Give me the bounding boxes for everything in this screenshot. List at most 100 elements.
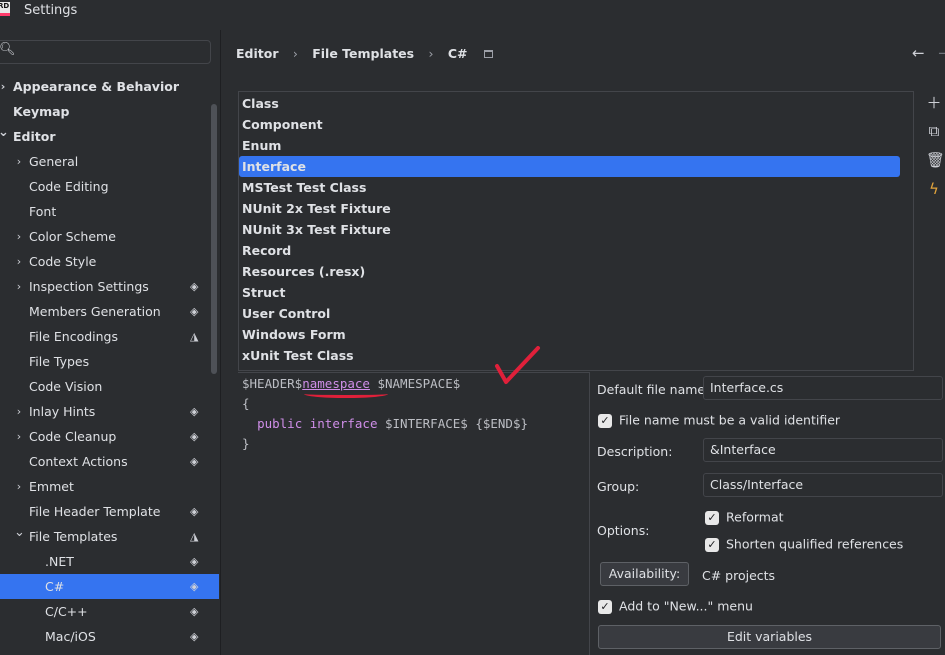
chevron-right-icon: ›	[292, 46, 298, 61]
sidebar-item-members-generation[interactable]: Members Generation ◈	[0, 299, 210, 324]
template-item[interactable]: Windows Form	[242, 324, 346, 345]
sidebar-item-code-cleanup[interactable]: › Code Cleanup ◈	[0, 424, 210, 449]
reformat-checkbox[interactable]: ✓ Reformat	[705, 508, 784, 526]
code-line-2: {	[242, 396, 250, 411]
sidebar-item-file-types[interactable]: File Types	[0, 349, 210, 374]
template-item[interactable]: Enum	[242, 135, 281, 156]
template-item[interactable]: Record	[242, 240, 291, 261]
forward-arrow-icon[interactable]: →	[938, 44, 945, 62]
group-label: Group:	[597, 479, 640, 494]
search-icon: 🔍︎	[0, 42, 16, 57]
sidebar-item-label: File Types	[29, 354, 90, 369]
template-item[interactable]: Class	[242, 93, 279, 114]
sidebar-item-keymap[interactable]: Keymap	[0, 99, 210, 124]
shorten-references-checkbox[interactable]: ✓ Shorten qualified references	[705, 535, 903, 553]
sidebar-item-general[interactable]: › General	[0, 149, 210, 174]
layers-icon: ◈	[190, 605, 199, 618]
breadcrumb-csharp[interactable]: C#	[448, 46, 468, 61]
sidebar-item-label: Color Scheme	[29, 229, 116, 244]
sidebar-item-label: C/C++	[45, 604, 88, 619]
breadcrumb: Editor › File Templates › C#	[236, 45, 493, 63]
sidebar-item-c-c[interactable]: C/C++ ◈	[0, 599, 210, 624]
sidebar-item-label: Code Cleanup	[29, 429, 117, 444]
sidebar-item-inspection-settings[interactable]: › Inspection Settings ◈	[0, 274, 210, 299]
sidebar-item-color-scheme[interactable]: › Color Scheme	[0, 224, 210, 249]
sidebar-item-file-templates[interactable]: ⌄ File Templates ◮	[0, 524, 210, 549]
template-item[interactable]: Struct	[242, 282, 285, 303]
valid-identifier-checkbox[interactable]: ✓ File name must be a valid identifier	[598, 411, 840, 429]
sidebar-scrollbar[interactable]	[211, 104, 217, 374]
sidebar-item-inlay-hints[interactable]: › Inlay Hints ◈	[0, 399, 210, 424]
search-input[interactable]: 🔍︎	[0, 40, 211, 64]
sidebar-item-label: General	[29, 154, 79, 169]
checkbox-checked-icon: ✓	[598, 599, 612, 614]
chevron-right-icon[interactable]: ›	[14, 149, 24, 174]
sidebar-item-label: Inspection Settings	[29, 279, 149, 294]
chevron-right-icon[interactable]: ›	[14, 399, 24, 424]
checkbox-checked-icon: ✓	[705, 537, 719, 552]
sidebar-item-net[interactable]: .NET ◈	[0, 549, 210, 574]
sidebar-item-label: Code Vision	[29, 379, 103, 394]
sidebar-item-code-vision[interactable]: Code Vision	[0, 374, 210, 399]
sidebar-item-file-encodings[interactable]: File Encodings ◮	[0, 324, 210, 349]
chevron-right-icon: ›	[428, 46, 434, 61]
sidebar-item-label: Code Style	[29, 254, 97, 269]
triangle-layers-icon: ◮	[190, 330, 199, 343]
sidebar-item-c[interactable]: C# ◈	[0, 574, 219, 599]
sidebar-item-file-header-template[interactable]: File Header Template ◈	[0, 499, 210, 524]
chevron-right-icon[interactable]: ›	[14, 224, 24, 249]
sidebar-item-mac-ios[interactable]: Mac/iOS ◈	[0, 624, 210, 649]
edit-variables-button[interactable]: Edit variables	[598, 625, 941, 649]
description-field[interactable]: &Interface	[703, 438, 943, 462]
template-list: Class Component Enum Interface MSTest Test C…	[238, 91, 914, 371]
availability-button[interactable]: Availability:	[600, 562, 689, 586]
sidebar-item-code-style[interactable]: › Code Style	[0, 249, 210, 274]
description-label: Description:	[597, 444, 673, 459]
default-file-name-field[interactable]: Interface.cs	[703, 376, 943, 400]
template-code-editor[interactable]: $HEADER$namespace $NAMESPACE$ { public i…	[238, 372, 590, 655]
sidebar-item-label: File Header Template	[29, 504, 161, 519]
add-icon[interactable]: ＋	[926, 92, 942, 113]
valid-identifier-label: File name must be a valid identifier	[619, 412, 841, 428]
group-field[interactable]: Class/Interface	[703, 473, 943, 497]
template-item[interactable]: MSTest Test Class	[242, 177, 366, 198]
layers-icon: ◈	[190, 455, 199, 468]
code-token: $HEADER$	[242, 376, 303, 391]
template-item[interactable]: Component	[242, 114, 323, 135]
chevron-right-icon[interactable]: ›	[14, 249, 24, 274]
sidebar-item-appearance-behavior[interactable]: › Appearance & Behavior	[0, 74, 210, 99]
copy-icon[interactable]: ⧉	[926, 122, 942, 140]
template-item[interactable]: NUnit 3x Test Fixture	[242, 219, 391, 240]
breadcrumb-editor[interactable]: Editor	[236, 46, 279, 61]
template-item[interactable]: Interface	[239, 156, 900, 177]
chevron-right-icon[interactable]: ›	[0, 74, 8, 99]
sidebar-item-label: Emmet	[29, 479, 74, 494]
template-item[interactable]: Resources (.resx)	[242, 261, 365, 282]
sidebar-item-label: Appearance & Behavior	[13, 79, 179, 94]
chevron-right-icon[interactable]: ›	[14, 474, 24, 499]
sidebar-item-emmet[interactable]: › Emmet	[0, 474, 210, 499]
sidebar-item-label: Editor	[13, 129, 56, 144]
delete-icon[interactable]: 🗑︎	[926, 151, 945, 169]
sidebar-item-context-actions[interactable]: Context Actions ◈	[0, 449, 210, 474]
availability-value: C# projects	[702, 568, 776, 583]
sidebar-item-editor[interactable]: ⌄ Editor	[0, 124, 210, 149]
code-token: $NAMESPACE$	[369, 376, 461, 391]
panel-divider[interactable]	[220, 30, 221, 655]
chevron-down-icon[interactable]: ⌄	[14, 520, 25, 545]
add-to-new-menu-checkbox[interactable]: ✓ Add to "New..." menu	[598, 597, 753, 615]
chevron-right-icon[interactable]: ›	[14, 424, 24, 449]
template-item[interactable]: xUnit Test Class	[242, 345, 354, 366]
bolt-icon[interactable]: ϟ	[926, 180, 942, 198]
breadcrumb-file-templates[interactable]: File Templates	[312, 46, 414, 61]
layers-icon: ◈	[190, 405, 199, 418]
sidebar-item-label: Code Editing	[29, 179, 109, 194]
back-arrow-icon[interactable]: ←	[912, 44, 925, 62]
template-item[interactable]: User Control	[242, 303, 330, 324]
sidebar-item-font[interactable]: Font	[0, 199, 210, 224]
sidebar-item-code-editing[interactable]: Code Editing	[0, 174, 210, 199]
reformat-label: Reformat	[726, 509, 784, 525]
chevron-down-icon[interactable]: ⌄	[0, 120, 9, 145]
template-item[interactable]: NUnit 2x Test Fixture	[242, 198, 391, 219]
chevron-right-icon[interactable]: ›	[14, 274, 24, 299]
